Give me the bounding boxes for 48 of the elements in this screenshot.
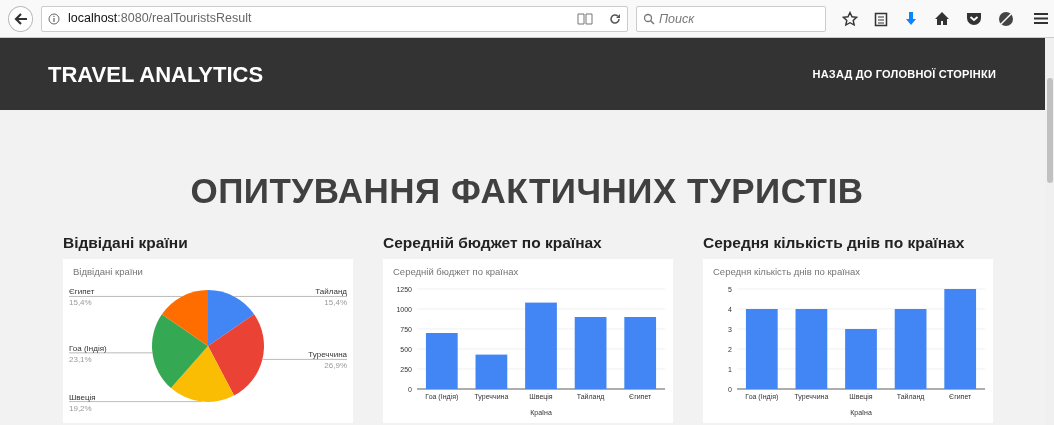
search-field[interactable]: Поиск: [636, 5, 826, 32]
section-title: Відвідані країни: [63, 234, 189, 253]
pie-slice[interactable]: [208, 313, 264, 396]
back-button[interactable]: [8, 5, 33, 32]
menu-icon[interactable]: [1034, 12, 1048, 25]
slice-label: Туреччина: [308, 350, 347, 359]
pie-slice[interactable]: [152, 313, 208, 388]
bar[interactable]: [624, 316, 657, 389]
slice-label: Єгипет: [69, 287, 95, 296]
extension-icon[interactable]: [998, 10, 1014, 27]
chart-title: Середній бюджет по країнах: [393, 265, 519, 277]
slice-label: Гоа (Індія): [69, 343, 107, 353]
reload-icon[interactable]: [609, 12, 621, 25]
chart-title: Відвідані країни: [73, 265, 143, 277]
percent-label: 15,4%: [69, 298, 92, 307]
back-arrow-icon: [13, 11, 28, 26]
bar[interactable]: [894, 308, 927, 389]
chart-title: Середня кількість днів по країнах: [713, 265, 861, 277]
info-icon[interactable]: [48, 12, 60, 25]
bar[interactable]: [745, 308, 778, 389]
bar[interactable]: [475, 354, 508, 389]
url-text: localhost:8080/realTouristsResult: [68, 10, 252, 28]
brand-title[interactable]: TRAVEL ANALYTICS: [48, 57, 264, 91]
back-to-home-link[interactable]: НАЗАД ДО ГОЛОВНОЇ СТОРІНКИ: [812, 65, 996, 83]
bar[interactable]: [944, 288, 977, 389]
bar[interactable]: [574, 316, 607, 389]
percent-label: 23,1%: [69, 354, 92, 364]
section-title: Середній бюджет по країнах: [383, 234, 603, 253]
page-heading: ОПИТУВАННЯ ФАКТИЧНИХ ТУРИСТІВ: [189, 170, 865, 212]
bar[interactable]: [425, 332, 458, 389]
pie-slice[interactable]: [170, 345, 235, 402]
clipboard-icon[interactable]: [874, 10, 888, 27]
bar[interactable]: [795, 308, 828, 389]
pocket-icon[interactable]: [966, 11, 982, 26]
percent-label: 19,2%: [69, 403, 92, 413]
home-icon[interactable]: [934, 11, 950, 26]
section-title: Середня кількість днів по країнах: [703, 234, 966, 253]
percent-label: 15,4%: [324, 298, 347, 307]
slice-label: Тайланд: [315, 287, 347, 296]
reader-icon[interactable]: [577, 12, 593, 25]
pie-slice[interactable]: [208, 289, 255, 346]
slice-label: Швеція: [69, 392, 96, 402]
percent-label: 26,9%: [324, 361, 347, 370]
download-icon[interactable]: [904, 10, 918, 27]
pie-slice[interactable]: [161, 289, 208, 346]
star-icon[interactable]: [842, 10, 858, 27]
search-icon: [643, 12, 655, 25]
address-bar[interactable]: localhost:8080/realTouristsResult: [41, 5, 628, 32]
